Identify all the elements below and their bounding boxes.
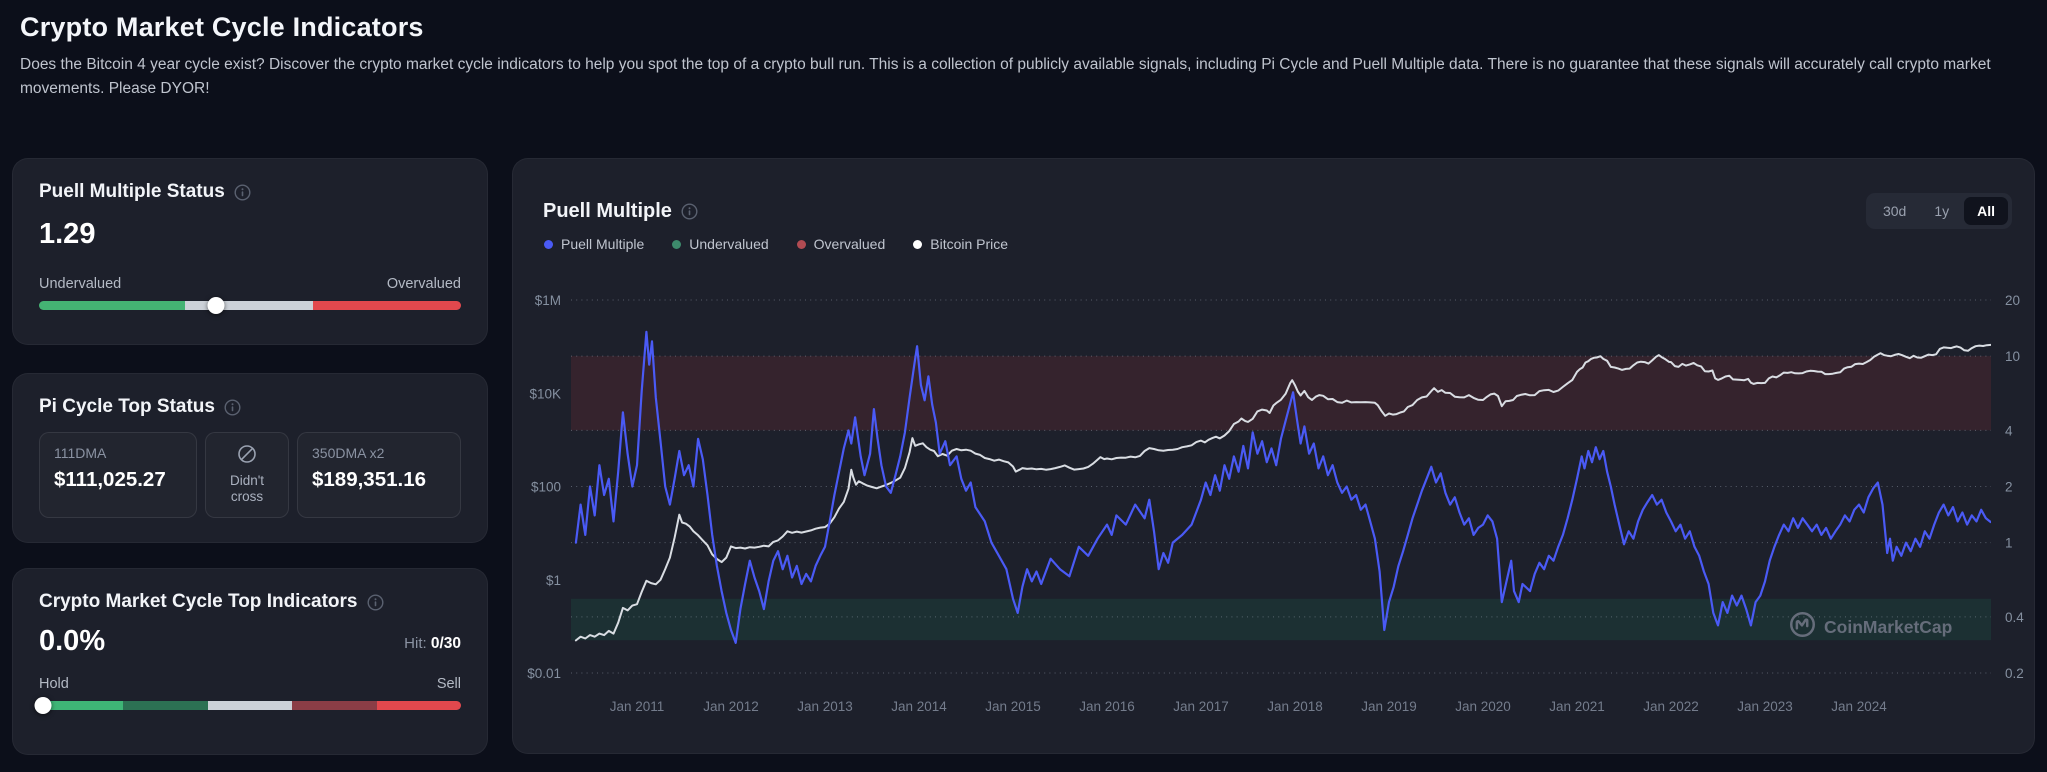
gauge-segment bbox=[208, 701, 292, 710]
card-title: Puell Multiple Status bbox=[39, 181, 225, 203]
y-axis-left-tick: $0.01 bbox=[527, 666, 561, 681]
cycle-top-gauge[interactable] bbox=[39, 701, 461, 710]
chart-legend: Puell Multiple Undervalued Overvalued Bitco… bbox=[544, 236, 1008, 252]
legend-dot-icon bbox=[544, 240, 553, 249]
pi-cycle-top-status-card: Pi Cycle Top Status 111DMA $111,025.27 D… bbox=[12, 373, 488, 543]
hit-value: 0/30 bbox=[431, 635, 461, 652]
crypto-market-cycle-page: Crypto Market Cycle Indicators Does the … bbox=[0, 0, 2047, 772]
legend-label: Undervalued bbox=[689, 236, 768, 252]
x-axis-tick: Jan 2019 bbox=[1361, 699, 1417, 714]
x-axis-tick: Jan 2016 bbox=[1079, 699, 1135, 714]
puell-status-value: 1.29 bbox=[39, 218, 461, 251]
dma-350x2-value: $189,351.16 bbox=[312, 468, 446, 492]
y-axis-right-tick: 10 bbox=[2005, 349, 2020, 364]
band-overvalued bbox=[571, 356, 1991, 430]
legend-label: Overvalued bbox=[814, 236, 886, 252]
coinmarketcap-watermark: CoinMarketCap bbox=[1789, 611, 1952, 643]
gauge-knob[interactable] bbox=[208, 297, 225, 314]
y-axis-right-tick: 20 bbox=[2005, 293, 2020, 308]
legend-item[interactable]: Bitcoin Price bbox=[913, 236, 1008, 252]
range-button-all[interactable]: All bbox=[1964, 197, 2008, 225]
gauge-segment bbox=[185, 301, 314, 310]
y-axis-right-tick: 0.4 bbox=[2005, 610, 2024, 625]
legend-dot-icon bbox=[913, 240, 922, 249]
gauge-segment bbox=[313, 301, 461, 310]
info-icon[interactable] bbox=[224, 399, 241, 416]
y-axis-right-tick: 2 bbox=[2005, 480, 2013, 495]
dma-111-box: 111DMA $111,025.27 bbox=[39, 432, 197, 518]
legend-item[interactable]: Overvalued bbox=[797, 236, 886, 252]
y-axis-left-tick: $100 bbox=[531, 480, 561, 495]
cycle-top-indicators-card: Crypto Market Cycle Top Indicators 0.0% … bbox=[12, 568, 488, 755]
gauge-segment bbox=[377, 701, 461, 710]
info-icon[interactable] bbox=[681, 203, 698, 220]
x-axis-tick: Jan 2021 bbox=[1549, 699, 1605, 714]
legend-item[interactable]: Undervalued bbox=[672, 236, 768, 252]
y-axis-left-tick: $1M bbox=[535, 293, 561, 308]
card-title: Pi Cycle Top Status bbox=[39, 396, 215, 418]
top-indicators-value: 0.0% bbox=[39, 625, 105, 658]
legend-label: Bitcoin Price bbox=[930, 236, 1008, 252]
info-icon[interactable] bbox=[234, 184, 251, 201]
gauge-segment bbox=[123, 701, 207, 710]
range-button-30d[interactable]: 30d bbox=[1870, 197, 1919, 225]
info-icon[interactable] bbox=[367, 594, 384, 611]
gauge-segment bbox=[292, 701, 376, 710]
band-undervalued bbox=[571, 599, 1991, 640]
puell-status-gauge[interactable] bbox=[39, 301, 461, 310]
x-axis-tick: Jan 2015 bbox=[985, 699, 1041, 714]
hit-counter: Hit: 0/30 bbox=[404, 635, 461, 658]
slider-left-label: Undervalued bbox=[39, 276, 121, 292]
range-button-1y[interactable]: 1y bbox=[1921, 197, 1962, 225]
chart-title: Puell Multiple bbox=[543, 200, 672, 223]
dma-350x2-box: 350DMA x2 $189,351.16 bbox=[297, 432, 461, 518]
y-axis-right-tick: 0.2 bbox=[2005, 666, 2024, 681]
puell-multiple-status-card: Puell Multiple Status 1.29 Undervalued O… bbox=[12, 158, 488, 345]
page-header: Crypto Market Cycle Indicators Does the … bbox=[20, 12, 2027, 101]
y-axis-left-tick: $1 bbox=[546, 573, 561, 588]
x-axis-tick: Jan 2020 bbox=[1455, 699, 1511, 714]
dma-350x2-label: 350DMA x2 bbox=[312, 445, 446, 461]
y-axis-right-tick: 4 bbox=[2005, 423, 2013, 438]
coinmarketcap-logo-icon bbox=[1789, 611, 1816, 643]
dma-111-label: 111DMA bbox=[54, 445, 182, 461]
watermark-text: CoinMarketCap bbox=[1824, 617, 1952, 638]
legend-dot-icon bbox=[672, 240, 681, 249]
page-title: Crypto Market Cycle Indicators bbox=[20, 12, 2027, 43]
cross-status-text: Didn't cross bbox=[220, 473, 274, 507]
slider-left-label: Hold bbox=[39, 676, 69, 692]
cross-status-box: Didn't cross bbox=[205, 432, 289, 518]
time-range-selector: 30d1yAll bbox=[1866, 193, 2012, 229]
x-axis-tick: Jan 2018 bbox=[1267, 699, 1323, 714]
y-axis-right-tick: 1 bbox=[2005, 536, 2013, 551]
x-axis-tick: Jan 2011 bbox=[610, 699, 665, 714]
gauge-segment bbox=[39, 301, 185, 310]
x-axis-tick: Jan 2022 bbox=[1643, 699, 1699, 714]
slider-right-label: Sell bbox=[437, 676, 461, 692]
gauge-knob[interactable] bbox=[35, 697, 52, 714]
x-axis-tick: Jan 2014 bbox=[891, 699, 947, 714]
x-axis-tick: Jan 2017 bbox=[1173, 699, 1229, 714]
x-axis-tick: Jan 2012 bbox=[703, 699, 759, 714]
no-cross-icon bbox=[237, 444, 257, 469]
y-axis-left-tick: $10K bbox=[529, 386, 561, 401]
x-axis-tick: Jan 2024 bbox=[1831, 699, 1887, 714]
puell-multiple-chart-card: 20 10 4 2 1 0.4 0.2 $1M $10K $100 $1 $0.01 Jan 2011 J… bbox=[512, 158, 2035, 754]
legend-label: Puell Multiple bbox=[561, 236, 644, 252]
x-axis-tick: Jan 2023 bbox=[1737, 699, 1793, 714]
page-description: Does the Bitcoin 4 year cycle exist? Dis… bbox=[20, 53, 2027, 101]
hit-label: Hit: bbox=[404, 635, 427, 652]
card-title: Crypto Market Cycle Top Indicators bbox=[39, 591, 358, 613]
legend-item[interactable]: Puell Multiple bbox=[544, 236, 644, 252]
x-axis-tick: Jan 2013 bbox=[797, 699, 853, 714]
legend-dot-icon bbox=[797, 240, 806, 249]
dma-111-value: $111,025.27 bbox=[54, 468, 182, 492]
slider-right-label: Overvalued bbox=[387, 276, 461, 292]
